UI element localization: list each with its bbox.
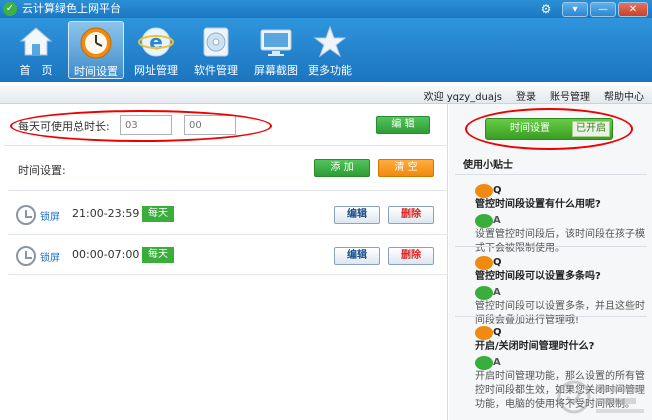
svg-text:e: e	[149, 30, 163, 54]
toolbar-time-settings[interactable]: 时间设置	[68, 21, 124, 79]
time-settings-toggle[interactable]: 时间设置 已开启	[485, 118, 613, 140]
row-delete-button[interactable]: 删除	[388, 247, 434, 265]
user-bar: 欢迎 yqzy_duajs 登录 账号管理 帮助中心	[0, 86, 652, 104]
tip-question: 开启/关闭时间管理时什么?	[475, 341, 595, 352]
row-repeat-badge: 每天	[142, 247, 174, 263]
row-mode: 锁屏	[40, 212, 60, 223]
toolbar-label: 首 页	[19, 64, 53, 77]
tips-panel: 时间设置 已开启 使用小贴士 Q 管控时间段设置有什么用呢? A 设置管控时间段后，…	[449, 104, 652, 420]
help-center-link[interactable]: 帮助中心	[604, 88, 644, 103]
answer-icon: A	[475, 214, 501, 228]
clock-icon	[16, 246, 36, 266]
divider	[455, 316, 647, 317]
disc-icon	[203, 27, 229, 57]
divider	[455, 246, 647, 247]
toolbar-home[interactable]: 首 页	[8, 21, 64, 79]
daily-edit-button[interactable]: 编 辑	[376, 116, 430, 134]
divider	[455, 174, 647, 175]
row-repeat-badge: 每天	[142, 206, 174, 222]
question-icon: Q	[475, 326, 502, 340]
main-toolbar: 首 页 时间设置 e 网址管理 软件管理 屏幕截图 更多功能	[0, 18, 652, 82]
toolbar-label: 网址管理	[134, 64, 178, 77]
daily-limit-row: 每天可使用总时长: 编 辑	[4, 104, 448, 146]
answer-icon: A	[475, 356, 501, 370]
app-logo-icon: ✓	[3, 2, 17, 16]
toggle-label: 时间设置	[510, 123, 550, 134]
add-button[interactable]: 添 加	[314, 159, 370, 177]
question-icon: Q	[475, 256, 502, 270]
tip-answer: 管控时间段可以设置多条，并且这些时间段会叠加进行管理哦!	[475, 301, 645, 326]
divider	[8, 190, 448, 191]
account-management-link[interactable]: 账号管理	[550, 88, 590, 103]
time-settings-title: 时间设置:	[18, 164, 66, 177]
login-link[interactable]: 登录	[516, 88, 536, 103]
row-time: 21:00-23:59	[72, 207, 140, 220]
tip-item: Q 开启/关闭时间管理时什么? A 开启时间管理功能，那么设置的所有管控时间段都生效…	[457, 326, 645, 412]
tip-question: 管控时间段设置有什么用呢?	[475, 199, 601, 210]
username: yqzy_duajs	[446, 92, 502, 103]
clear-button[interactable]: 清 空	[378, 159, 434, 177]
toolbar-label: 软件管理	[194, 64, 238, 77]
tip-answer: 开启时间管理功能，那么设置的所有管控时间段都生效，如果您关闭时间管理功能，电脑的…	[475, 371, 645, 410]
toolbar-screenshot[interactable]: 屏幕截图	[248, 21, 304, 79]
highlight-ellipse	[10, 110, 272, 142]
row-time: 00:00-07:00	[72, 248, 140, 261]
tip-item: Q 管控时间段可以设置多条吗? A 管控时间段可以设置多条，并且这些时间段会叠加进行…	[457, 256, 645, 328]
toolbar-software-management[interactable]: 软件管理	[188, 21, 244, 79]
welcome-text: 欢迎 yqzy_duajs	[423, 92, 502, 103]
toolbar-label: 更多功能	[308, 64, 352, 77]
minimize-button[interactable]: —	[590, 1, 616, 17]
monitor-icon	[260, 29, 292, 56]
toggle-state: 已开启	[572, 121, 610, 137]
table-row: 锁屏 21:00-23:59 每天 编辑 删除	[4, 194, 448, 234]
clock-icon	[16, 205, 36, 225]
divider	[8, 274, 448, 275]
house-icon	[19, 27, 53, 56]
menu-button[interactable]: ▾	[562, 1, 588, 17]
browser-e-icon: e	[138, 27, 174, 57]
row-edit-button[interactable]: 编辑	[334, 206, 380, 224]
window-controls: ⚙ ▾ — ✕	[538, 1, 648, 17]
toolbar-url-management[interactable]: e 网址管理	[128, 21, 184, 79]
answer-icon: A	[475, 286, 501, 300]
tip-question: 管控时间段可以设置多条吗?	[475, 271, 601, 282]
table-row: 锁屏 00:00-07:00 每天 编辑 删除	[4, 235, 448, 275]
close-button[interactable]: ✕	[618, 1, 648, 17]
toolbar-more-features[interactable]: 更多功能	[302, 21, 358, 79]
row-mode: 锁屏	[40, 253, 60, 264]
row-edit-button[interactable]: 编辑	[334, 247, 380, 265]
window-title: 云计算绿色上网平台	[22, 2, 121, 15]
row-delete-button[interactable]: 删除	[388, 206, 434, 224]
gear-icon[interactable]: ⚙	[538, 1, 554, 17]
main-panel: 每天可使用总时长: 编 辑 时间设置: 添 加 清 空 锁屏 21:00-23:…	[4, 104, 448, 420]
tip-answer: 设置管控时间段后，该时间段在孩子模式下会被限制使用。	[475, 229, 645, 254]
title-bar: ✓ 云计算绿色上网平台 ⚙ ▾ — ✕	[0, 0, 652, 18]
toolbar-label: 时间设置	[74, 65, 118, 78]
star-icon	[313, 25, 347, 58]
toolbar-label: 屏幕截图	[254, 64, 298, 77]
clock-icon	[80, 27, 112, 59]
question-icon: Q	[475, 184, 502, 198]
tips-heading: 使用小贴士	[463, 160, 513, 171]
